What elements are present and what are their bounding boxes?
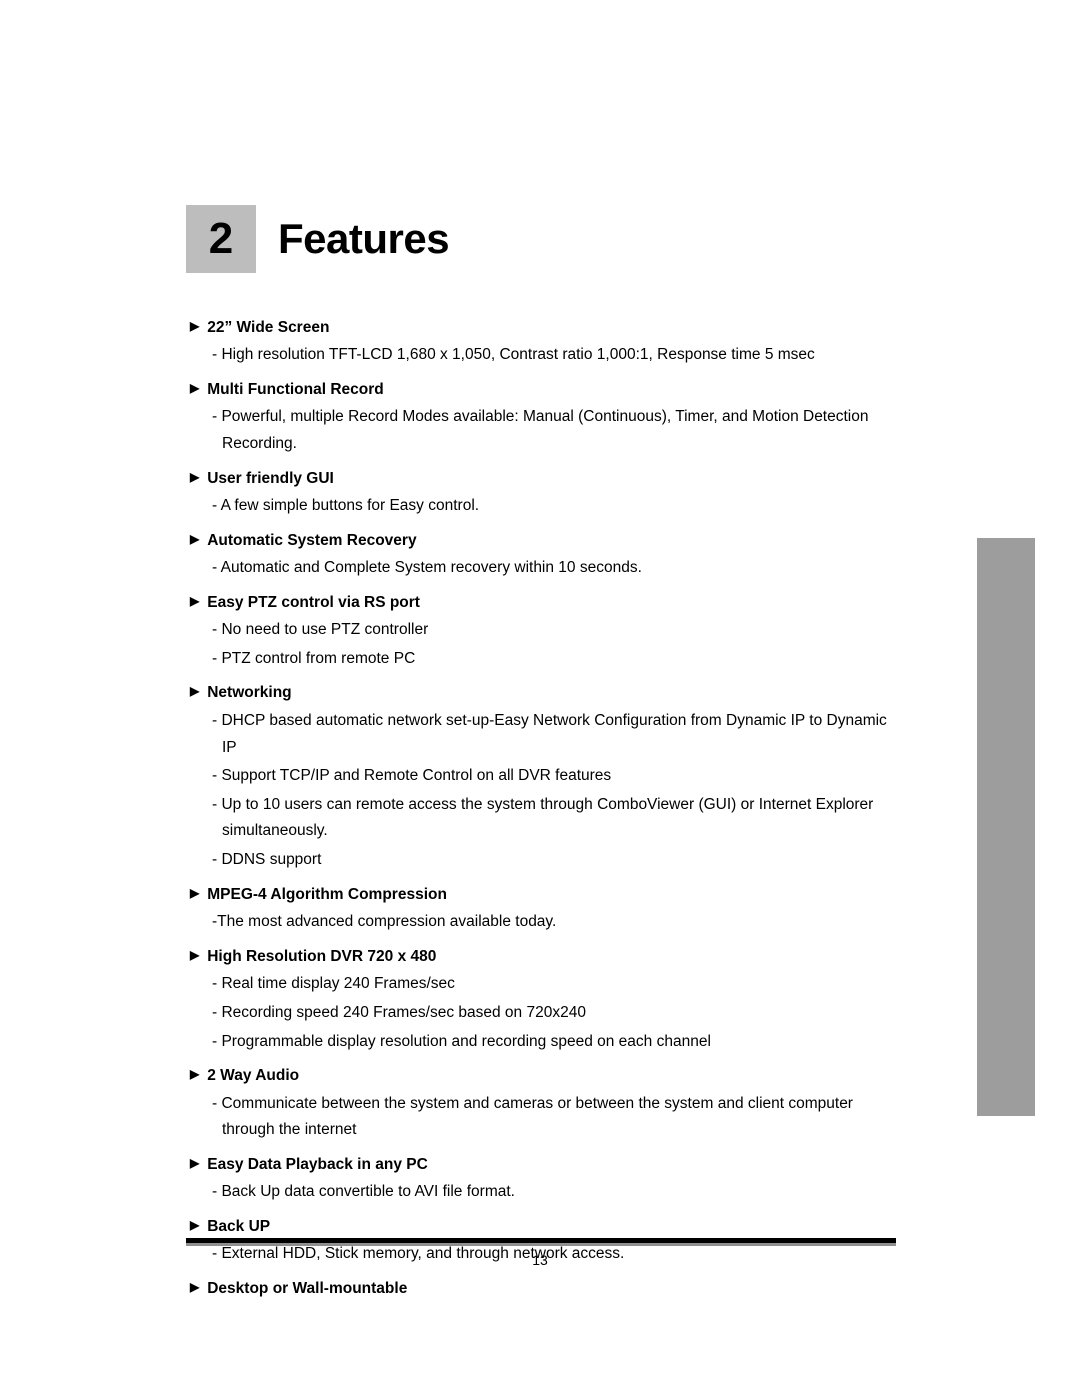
feature-detail-lines: - Back Up data convertible to AVI file f… <box>212 1179 890 1206</box>
feature-block: ▶ Automatic System Recovery - Automatic an… <box>190 531 890 582</box>
feature-detail-lines: - Powerful, multiple Record Modes availa… <box>212 404 890 457</box>
feature-block: ▶ User friendly GUI - A few simple buttons… <box>190 469 890 520</box>
chapter-number: 2 <box>208 214 234 263</box>
feature-detail-line: - PTZ control from remote PC <box>212 649 416 667</box>
feature-detail-line: - Communicate between the system and cam… <box>212 1094 853 1139</box>
features-list: ▶ 22” Wide Screen - High resolution TFT-LC… <box>190 307 890 1303</box>
feature-detail-line: - Real time display 240 Frames/sec <box>212 975 455 993</box>
feature-detail-line: - DDNS support <box>212 851 322 869</box>
feature-block: ▶ Easy PTZ control via RS port - No need t… <box>190 593 890 673</box>
feature-heading: ▶ 22” Wide Screen <box>190 318 890 337</box>
feature-heading: ▶ MPEG-4 Algorithm Compression <box>190 885 890 904</box>
triangle-bullet-icon: ▶ <box>190 319 200 333</box>
feature-block: ▶ Multi Functional Record - Powerful, mult… <box>190 380 890 458</box>
triangle-bullet-icon: ▶ <box>190 1155 200 1170</box>
feature-detail-lines: - Automatic and Complete System recovery… <box>212 555 890 582</box>
feature-heading-label: Back UP <box>207 1217 271 1235</box>
feature-heading: ▶ Multi Functional Record <box>190 380 890 399</box>
footer-divider <box>186 1238 896 1246</box>
triangle-bullet-icon: ▶ <box>190 1217 200 1232</box>
feature-heading-label: Automatic System Recovery <box>207 531 417 549</box>
triangle-bullet-icon: ▶ <box>190 1279 200 1294</box>
feature-heading-label: User friendly GUI <box>207 469 334 487</box>
triangle-bullet-icon: ▶ <box>190 947 200 962</box>
feature-detail-line: -The most advanced compression available… <box>212 913 557 931</box>
triangle-bullet-icon: ▶ <box>190 885 200 900</box>
feature-detail-lines: - High resolution TFT-LCD 1,680 x 1,050,… <box>212 342 890 369</box>
feature-detail-line: - High resolution TFT-LCD 1,680 x 1,050,… <box>212 346 815 364</box>
triangle-bullet-icon: ▶ <box>190 469 200 484</box>
chapter-number-box: 2 <box>186 205 256 273</box>
feature-heading-label: MPEG-4 Algorithm Compression <box>207 885 447 903</box>
feature-heading: ▶ High Resolution DVR 720 x 480 <box>190 947 890 966</box>
feature-block: ▶ Easy Data Playback in any PC - Back Up d… <box>190 1155 890 1206</box>
feature-heading-label: 2 Way Audio <box>207 1067 300 1085</box>
feature-heading-label: Desktop or Wall-mountable <box>207 1279 408 1297</box>
triangle-bullet-icon: ▶ <box>190 1067 200 1082</box>
feature-block: ▶ 22” Wide Screen - High resolution TFT-LC… <box>190 318 890 369</box>
feature-heading-label: Networking <box>207 684 292 702</box>
feature-detail-line: - A few simple buttons for Easy control. <box>212 497 480 515</box>
feature-block: ▶ MPEG-4 Algorithm Compression -The most a… <box>190 885 890 936</box>
feature-heading: ▶ Automatic System Recovery <box>190 531 890 550</box>
feature-detail-lines: - Communicate between the system and cam… <box>212 1091 890 1144</box>
feature-detail-line: - Up to 10 users can remote access the s… <box>212 795 874 840</box>
feature-detail-line: - Automatic and Complete System recovery… <box>212 559 642 577</box>
triangle-bullet-icon: ▶ <box>190 381 200 396</box>
triangle-bullet-icon: ▶ <box>190 593 200 608</box>
feature-detail-line: - Back Up data convertible to AVI file f… <box>212 1183 515 1201</box>
feature-detail-line: - Powerful, multiple Record Modes availa… <box>212 408 869 453</box>
feature-block: ▶ High Resolution DVR 720 x 480 - Real tim… <box>190 947 890 1055</box>
feature-heading: ▶ Desktop or Wall-mountable <box>190 1279 890 1298</box>
feature-heading-label: Easy PTZ control via RS port <box>207 593 420 611</box>
chapter-heading: 2 Features <box>186 205 450 273</box>
feature-detail-lines: -The most advanced compression available… <box>212 909 890 936</box>
document-page: 2 Features ▶ 22” Wide Screen - High resolu… <box>0 0 1080 1397</box>
feature-heading-label: 22” Wide Screen <box>207 319 330 336</box>
feature-detail-line: - DHCP based automatic network set-up-Ea… <box>212 711 887 756</box>
chapter-title: Features <box>278 215 450 262</box>
page-side-tab <box>977 538 1035 1116</box>
feature-detail-line: - No need to use PTZ controller <box>212 621 429 639</box>
feature-block: ▶ Networking - DHCP based automatic networ… <box>190 683 890 873</box>
feature-detail-line: - Recording speed 240 Frames/sec based o… <box>212 1003 586 1021</box>
feature-block: ▶ Desktop or Wall-mountable <box>190 1279 890 1298</box>
feature-heading-label: High Resolution DVR 720 x 480 <box>207 947 437 965</box>
feature-block: ▶ 2 Way Audio - Communicate between the sy… <box>190 1066 890 1144</box>
feature-heading: ▶ Easy Data Playback in any PC <box>190 1155 890 1174</box>
feature-heading: ▶ Networking <box>190 683 890 702</box>
page-number: 13 <box>532 1252 548 1268</box>
feature-detail-lines: - Real time display 240 Frames/sec - Reco… <box>212 971 890 1055</box>
feature-detail-lines: - DHCP based automatic network set-up-Ea… <box>212 708 890 874</box>
feature-heading: ▶ Back UP <box>190 1217 890 1236</box>
triangle-bullet-icon: ▶ <box>190 684 200 699</box>
feature-heading: ▶ 2 Way Audio <box>190 1066 890 1085</box>
feature-detail-line: - Support TCP/IP and Remote Control on a… <box>212 767 612 785</box>
feature-heading-label: Multi Functional Record <box>207 381 384 399</box>
triangle-bullet-icon: ▶ <box>190 531 200 546</box>
feature-heading: ▶ Easy PTZ control via RS port <box>190 593 890 612</box>
feature-detail-lines: - A few simple buttons for Easy control. <box>212 493 890 520</box>
feature-heading: ▶ User friendly GUI <box>190 469 890 488</box>
feature-detail-line: - Programmable display resolution and re… <box>212 1032 711 1050</box>
feature-detail-lines: - No need to use PTZ controller - PTZ con… <box>212 617 890 672</box>
feature-heading-label: Easy Data Playback in any PC <box>207 1155 428 1173</box>
